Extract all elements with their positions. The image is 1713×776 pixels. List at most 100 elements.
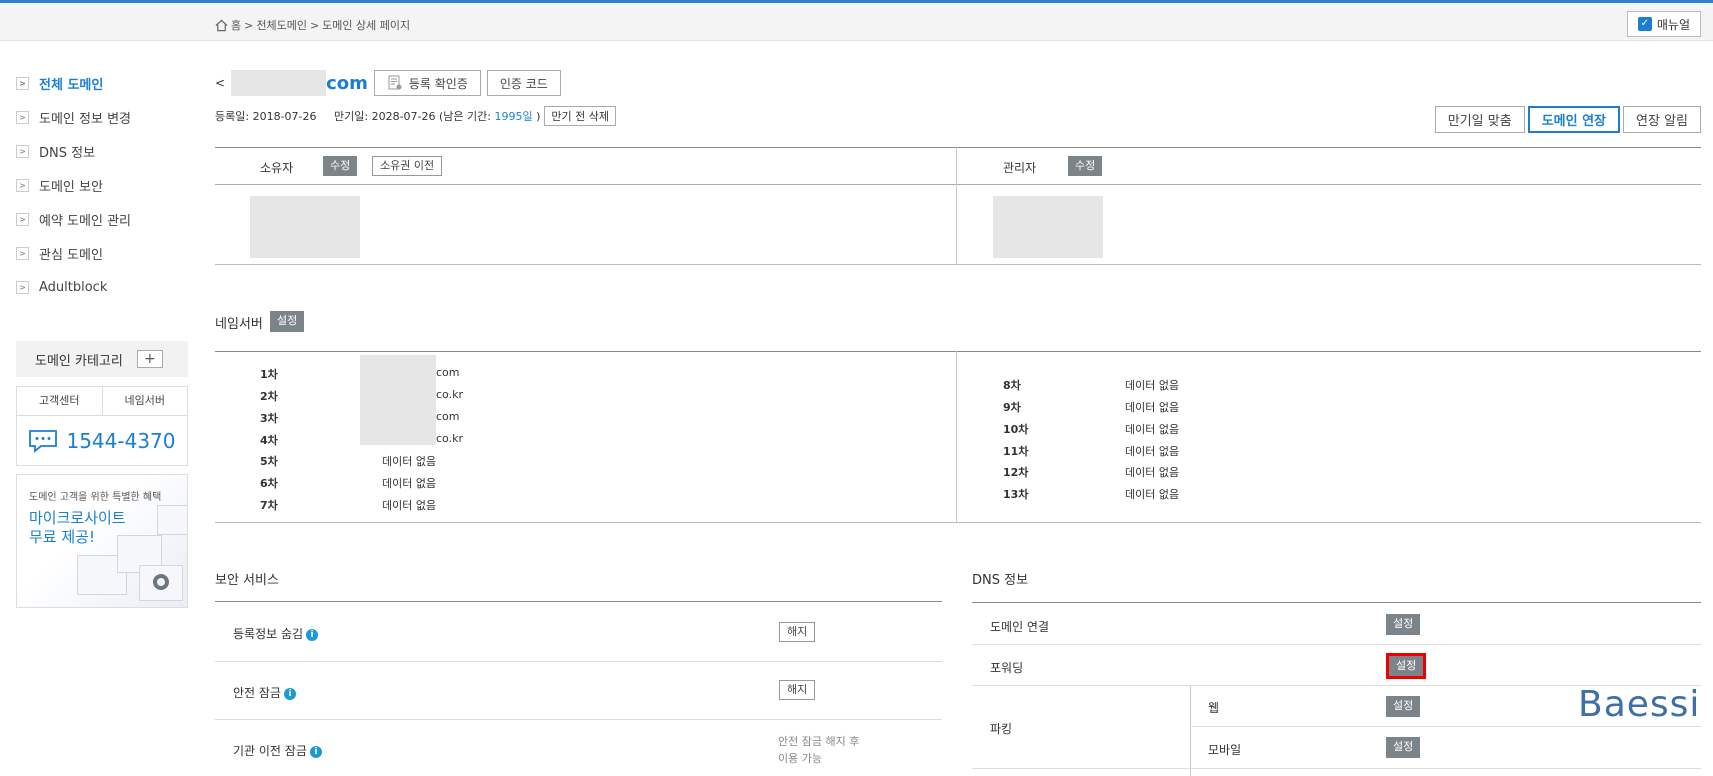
microsite-promo-banner[interactable]: 도메인 고객을 위한 특별한 혜택 마이크로사이트 무료 제공! — [16, 474, 188, 608]
expiry-date: 2028-07-26 — [371, 109, 436, 123]
sidebar-item-domain-info[interactable]: > 도메인 정보 변경 — [16, 100, 131, 134]
disc-icon — [153, 574, 169, 590]
sidebar-item-all-domains[interactable]: > 전체 도메인 — [16, 66, 131, 100]
manual-button[interactable]: ✓ 매뉴얼 — [1626, 11, 1701, 37]
sidebar-item-watchlist[interactable]: > 관심 도메인 — [16, 236, 131, 270]
info-icon[interactable]: i — [306, 628, 319, 641]
divider — [215, 719, 942, 720]
sidebar-item-label: 관심 도메인 — [39, 247, 103, 263]
info-icon[interactable]: i — [309, 745, 322, 758]
divider — [215, 661, 942, 662]
ns-value: co.kr — [436, 388, 463, 401]
sidebar-item-label: Adultblock — [39, 279, 108, 295]
domain-dates: 등록일: 2018-07-26 만기일: 2028-07-26 (남은 기간: … — [215, 106, 617, 126]
chevron-right-icon: > — [16, 144, 29, 158]
parking-mobile-label: 모바일 — [1208, 743, 1242, 757]
sidebar-item-label: 전체 도메인 — [39, 77, 104, 93]
chevron-right-icon: > — [16, 76, 29, 90]
tab-customer-center[interactable]: 고객센터 — [17, 387, 103, 415]
breadcrumb-all-domains[interactable]: 전체도메인 — [256, 17, 307, 33]
remaining-close: ) — [536, 109, 541, 123]
domain-actions: 만기일 맞춤 도메인 연장 연장 알림 — [1434, 106, 1701, 133]
top-bar: 홈 > 전체도메인 > 도메인 상세 페이지 ✓ 매뉴얼 — [0, 3, 1713, 41]
sidebar-item-dns[interactable]: > DNS 정보 — [16, 134, 131, 168]
redacted-admin-info — [993, 196, 1103, 258]
extend-domain-button[interactable]: 도메인 연장 — [1527, 106, 1621, 133]
ns-value: co.kr — [436, 432, 463, 445]
watermark: Baessi — [1578, 684, 1701, 725]
sidebar-item-label: 예약 도메인 관리 — [39, 213, 131, 229]
home-icon[interactable] — [215, 19, 228, 32]
breadcrumb-home[interactable]: 홈 — [231, 17, 241, 33]
early-delete-button[interactable]: 만기 전 삭제 — [544, 106, 617, 126]
domain-tld: com — [326, 72, 368, 94]
expiry-label: 만기일: — [334, 110, 369, 123]
ns-label: 7차 — [260, 499, 278, 512]
chevron-right-icon: > — [16, 280, 29, 294]
chevron-right-icon: > — [16, 110, 29, 124]
sidebar-item-reserved[interactable]: > 예약 도메인 관리 — [16, 202, 131, 236]
safe-lock-row: 안전 잠금 i — [233, 684, 296, 701]
whois-privacy-cancel-button[interactable]: 해지 — [779, 622, 816, 642]
safe-lock-cancel-button[interactable]: 해지 — [779, 680, 816, 700]
ns-value: 데이터 없음 — [1125, 379, 1180, 392]
registrar-lock-label: 기관 이전 잠금 — [233, 744, 307, 758]
column-divider — [956, 147, 957, 265]
divider — [215, 522, 1701, 523]
domain-category-label: 도메인 카테고리 — [35, 353, 123, 369]
dns-title: DNS 정보 — [972, 573, 1029, 588]
ns-value: 데이터 없음 — [382, 499, 437, 512]
extension-notify-button[interactable]: 연장 알림 — [1623, 106, 1701, 133]
nameserver-title: 네임서버 — [215, 317, 263, 332]
registration-certificate-button[interactable]: 등록 확인증 — [373, 70, 481, 96]
parking-mobile-set-button[interactable]: 설정 — [1386, 737, 1421, 758]
promo-subtitle: 도메인 고객을 위한 특별한 혜택 — [29, 492, 162, 503]
divider — [972, 768, 1701, 769]
chevron-right-icon: > — [16, 212, 29, 226]
ns-value: 데이터 없음 — [1125, 401, 1180, 414]
chevron-right-icon: > — [16, 178, 29, 192]
divider — [215, 351, 1701, 352]
sidebar-item-adultblock[interactable]: > Adultblock — [16, 270, 131, 304]
manual-label: 매뉴얼 — [1656, 17, 1690, 32]
ns-label: 8차 — [1003, 379, 1021, 392]
admin-edit-button[interactable]: 수정 — [1068, 156, 1103, 176]
nameserver-set-button[interactable]: 설정 — [270, 311, 305, 332]
forwarding-label: 포워딩 — [990, 661, 1024, 675]
owner-edit-button[interactable]: 수정 — [323, 156, 358, 176]
back-icon[interactable]: < — [215, 76, 225, 90]
ns-label: 12차 — [1003, 466, 1029, 479]
sidebar-item-security[interactable]: > 도메인 보안 — [16, 168, 131, 202]
owner-label: 소유자 — [260, 161, 294, 175]
phone-row: 1544-4370 — [17, 416, 187, 466]
registrar-lock-note: 이용 가능 — [778, 752, 822, 765]
auth-code-label: 인증 코드 — [499, 76, 548, 91]
domain-connect-set-button[interactable]: 설정 — [1386, 614, 1421, 635]
breadcrumb: 홈 > 전체도메인 > 도메인 상세 페이지 — [215, 17, 410, 33]
promo-title-line1: 마이크로사이트 — [29, 509, 126, 527]
forwarding-set-button[interactable]: 설정 — [1385, 653, 1427, 679]
customer-center-box: 고객센터 네임서버 1544-4370 — [16, 386, 188, 466]
promo-title-line2: 무료 제공! — [29, 528, 95, 546]
phone-number: 1544-4370 — [66, 429, 176, 453]
ownership-transfer-button[interactable]: 소유권 이전 — [372, 156, 443, 176]
sidebar-item-label: 도메인 정보 변경 — [39, 111, 131, 127]
tab-nameserver[interactable]: 네임서버 — [103, 387, 188, 415]
ns-label: 1차 — [260, 368, 278, 381]
certificate-icon — [388, 75, 402, 90]
ns-value: 데이터 없음 — [1125, 466, 1180, 479]
ns-label: 5차 — [260, 455, 278, 468]
divider — [972, 602, 1701, 603]
info-icon[interactable]: i — [283, 687, 296, 700]
add-category-button[interactable]: + — [136, 350, 163, 368]
registrar-lock-row: 기관 이전 잠금 i — [233, 742, 322, 759]
parking-web-label: 웹 — [1208, 701, 1220, 715]
security-title: 보안 서비스 — [215, 573, 279, 588]
admin-label: 관리자 — [1003, 161, 1037, 175]
domain-connect-label: 도메인 연결 — [990, 620, 1050, 634]
parking-web-set-button[interactable]: 설정 — [1386, 696, 1421, 717]
auth-code-button[interactable]: 인증 코드 — [486, 70, 561, 96]
ns-value: 데이터 없음 — [382, 477, 437, 490]
match-expiry-button[interactable]: 만기일 맞춤 — [1434, 106, 1525, 133]
ns-value: com — [436, 366, 460, 379]
